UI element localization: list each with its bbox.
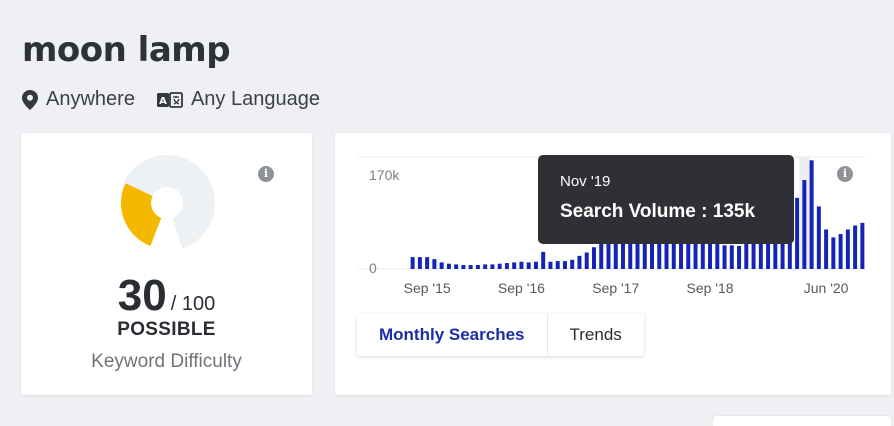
chart-bar[interactable] (715, 243, 720, 269)
chart-bar[interactable] (454, 264, 459, 269)
chart-bar[interactable] (490, 264, 495, 269)
chart-bar[interactable] (737, 245, 742, 269)
chart-bar[interactable] (417, 257, 422, 269)
chart-bar[interactable] (708, 243, 713, 269)
language-label: Any Language (190, 88, 320, 110)
chart-bar[interactable] (591, 247, 596, 269)
chart-bar[interactable] (599, 242, 604, 269)
chart-bar[interactable] (519, 261, 524, 269)
chart-tabs: Monthly Searches Trends (357, 314, 644, 356)
y-tick-label: 0 (369, 260, 377, 276)
chart-bar[interactable] (831, 237, 836, 269)
difficulty-value: 30 (117, 271, 167, 320)
chart-bar[interactable] (439, 262, 444, 269)
translate-icon: A (156, 91, 183, 108)
chart-bar[interactable] (853, 225, 858, 269)
chart-bar[interactable] (461, 265, 466, 269)
language-filter[interactable]: A Any Language (156, 88, 320, 111)
tooltip-date: Nov '19 (560, 173, 611, 190)
chart-bar[interactable] (795, 197, 800, 269)
chart-bar[interactable] (570, 259, 575, 269)
chart-bar[interactable] (483, 264, 488, 269)
chart-bar[interactable] (512, 262, 517, 269)
chart-bar[interactable] (446, 263, 451, 269)
chart-bar[interactable] (504, 263, 509, 269)
chart-bar[interactable] (722, 245, 727, 269)
x-tick-label: Jun '20 (804, 280, 849, 296)
location-pin-icon (22, 89, 38, 110)
search-filters: Anywhere A Any Language (22, 88, 342, 111)
gauge-fill (120, 183, 162, 247)
chart-bar[interactable] (700, 243, 705, 269)
tab-trends[interactable]: Trends (548, 314, 644, 356)
difficulty-level: POSSIBLE (117, 319, 216, 340)
chart-bar[interactable] (425, 257, 430, 269)
difficulty-max: / 100 (170, 293, 216, 315)
tooltip-value: Search Volume : 135k (560, 201, 756, 222)
next-card-edge (713, 416, 891, 426)
chart-bar[interactable] (526, 262, 531, 269)
chart-bar[interactable] (729, 245, 734, 269)
keyword-difficulty-card: i 30/ 100 POSSIBLE Keyword Difficulty (21, 133, 312, 395)
info-icon[interactable]: i (258, 166, 274, 182)
svg-text:A: A (159, 96, 167, 107)
difficulty-label: Keyword Difficulty (91, 351, 242, 372)
chart-bar[interactable] (468, 265, 473, 269)
chart-bar[interactable] (809, 160, 814, 269)
chart-bar[interactable] (584, 252, 589, 269)
location-filter[interactable]: Anywhere (22, 88, 135, 111)
chart-bar[interactable] (475, 265, 480, 269)
chart-bar[interactable] (497, 263, 502, 269)
x-tick-label: Sep '17 (592, 280, 639, 296)
page-title: moon lamp (22, 30, 231, 70)
chart-bar[interactable] (824, 229, 829, 269)
chart-bar[interactable] (838, 234, 843, 269)
chart-bar[interactable] (562, 261, 567, 269)
chart-bar[interactable] (860, 222, 865, 269)
chart-bar[interactable] (555, 261, 560, 269)
chart-bar[interactable] (845, 229, 850, 269)
chart-bar[interactable] (541, 251, 546, 269)
chart-bar[interactable] (548, 261, 553, 269)
location-label: Anywhere (46, 88, 135, 110)
y-tick-label: 170k (369, 167, 400, 183)
difficulty-gauge (120, 155, 215, 249)
chart-bar[interactable] (816, 206, 821, 269)
chart-bar[interactable] (410, 257, 415, 269)
chart-bar[interactable] (577, 255, 582, 269)
search-volume-card: 170k 0 Sep '15 Sep '16 Sep '17 Sep '18 Jun '20… (335, 133, 891, 395)
chart-bar[interactable] (533, 261, 538, 269)
info-icon[interactable]: i (837, 166, 853, 182)
chart-bar[interactable] (693, 241, 698, 269)
x-tick-label: Sep '15 (404, 280, 451, 296)
chart-bar[interactable] (432, 259, 437, 269)
chart-bar[interactable] (744, 243, 749, 269)
x-tick-label: Sep '18 (687, 280, 734, 296)
difficulty-score: 30/ 100 (21, 271, 312, 321)
tab-monthly-searches[interactable]: Monthly Searches (357, 314, 548, 356)
x-tick-label: Sep '16 (498, 280, 545, 296)
chart-bar[interactable] (802, 180, 807, 269)
chart-bar[interactable] (751, 242, 756, 269)
chart-tooltip: Nov '19 Search Volume : 135k (538, 155, 794, 244)
